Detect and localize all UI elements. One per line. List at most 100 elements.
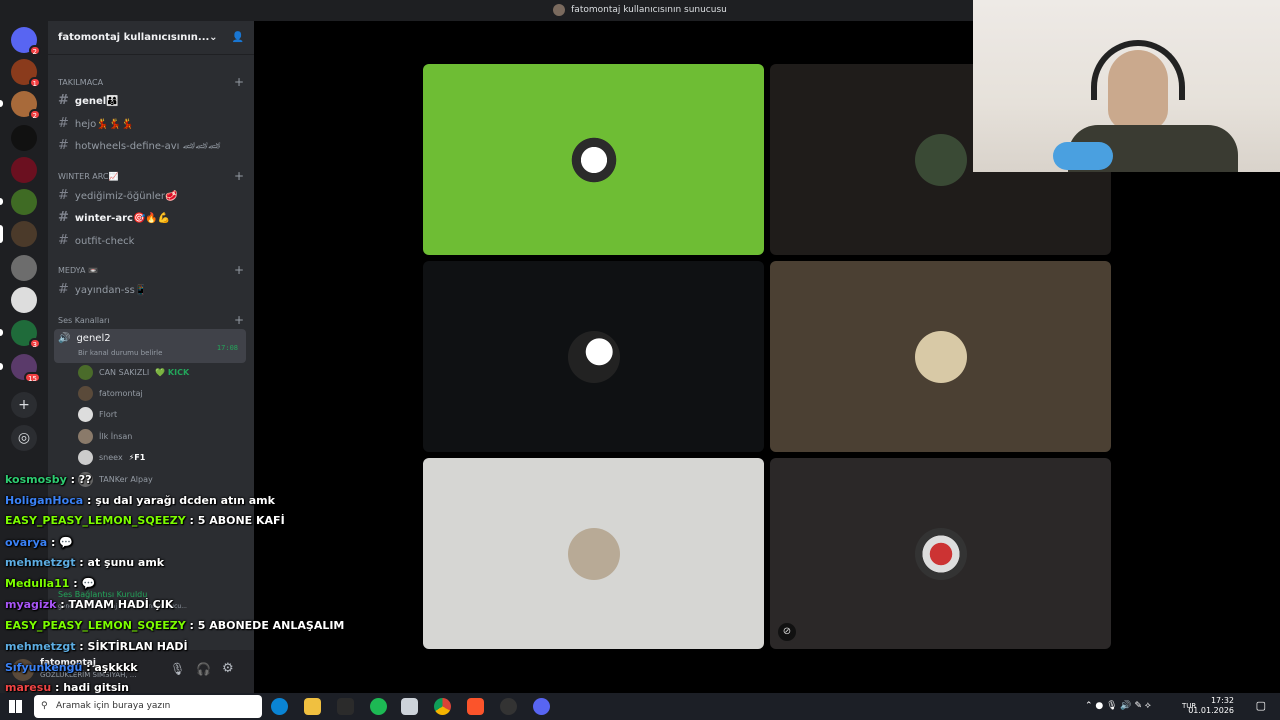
channel-yayindan-ss[interactable]: # yayından-ss📱	[58, 281, 244, 299]
voice-user[interactable]: CAN SAKIZLI 💚 KICK	[78, 365, 189, 380]
chat-message: myagizk : TAMAM HADİ ÇIK	[5, 598, 173, 611]
clock-time: 17:32	[1210, 696, 1234, 705]
category-ses-kanallari[interactable]: Ses Kanalları +	[58, 313, 244, 327]
server-icon-3[interactable]	[11, 125, 37, 151]
edge-icon[interactable]	[271, 698, 288, 715]
server-icon-4[interactable]	[11, 157, 37, 183]
gear-icon[interactable]: ⚙	[222, 661, 234, 676]
notification-badge: 1	[28, 77, 41, 88]
chat-username: ovarya	[5, 536, 48, 549]
chat-message: Sıfyunkengü : aşkkkk	[5, 661, 138, 674]
video-tile[interactable]	[423, 261, 764, 452]
avatar	[567, 133, 620, 186]
channel-label: hejo💃💃💃	[74, 119, 134, 130]
channel-outfit-check[interactable]: # outfit-check	[58, 232, 244, 250]
channel-hotwheels[interactable]: # hotwheels-define-avı 🏎🏎🏎	[58, 137, 244, 155]
hash-icon: #	[58, 188, 69, 203]
add-channel-icon[interactable]: +	[234, 263, 244, 277]
add-channel-icon[interactable]: +	[234, 313, 244, 327]
avatar	[914, 330, 967, 383]
video-tile[interactable]: ⊘	[770, 458, 1111, 649]
notification-badge: 2	[28, 45, 41, 56]
avatar	[567, 527, 620, 580]
video-tile[interactable]	[770, 261, 1111, 452]
category-winter-arc[interactable]: WINTER ARC📈 +	[58, 169, 244, 183]
add-channel-icon[interactable]: +	[234, 75, 244, 89]
voice-user-tag: ⚡F1	[128, 453, 146, 462]
category-takilmaca[interactable]: TAKILMACA +	[58, 75, 244, 89]
app-icon[interactable]	[337, 698, 354, 715]
voice-user[interactable]: fatomontaj	[78, 386, 143, 401]
server-icon-6[interactable]	[0, 221, 37, 247]
chat-username: HoliganHoca	[5, 494, 84, 507]
channel-label: outfit-check	[74, 236, 135, 247]
channel-yedigimiz[interactable]: # yediğimiz-öğünler🥩	[58, 187, 244, 205]
headphones-icon[interactable]: 🎧	[196, 662, 211, 676]
video-tile[interactable]	[423, 458, 764, 649]
add-channel-icon[interactable]: +	[234, 169, 244, 183]
voice-user[interactable]: sneex ⚡F1	[78, 450, 145, 465]
discord-home-icon[interactable]: 2	[11, 27, 41, 56]
add-member-icon[interactable]: 👤	[232, 32, 244, 43]
chat-message: kosmosby : ??	[5, 473, 92, 486]
chat-text: : 5 ABONE KAFİ	[185, 514, 285, 527]
voice-user[interactable]: Flort	[78, 407, 117, 422]
chat-username: kosmosby	[5, 473, 67, 486]
calculator-icon[interactable]	[401, 698, 418, 715]
chat-text: : 5 ABONEDE ANLAŞALIM	[185, 619, 345, 632]
tray-icons[interactable]: ⌃ ● 🎙 🔊 ✎ ⟡	[1085, 701, 1151, 711]
server-icon-8[interactable]	[11, 287, 37, 313]
server-icon-2[interactable]: 2	[0, 91, 41, 120]
channel-label: hotwheels-define-avı 🏎🏎🏎	[74, 141, 221, 152]
avatar	[914, 527, 967, 580]
chat-message: EASY_PEASY_LEMON_SQEEZY : 5 ABONE KAFİ	[5, 514, 285, 527]
chrome-icon[interactable]	[434, 698, 451, 715]
app-icon[interactable]	[500, 698, 517, 715]
chat-text: : 💬	[69, 577, 96, 590]
discover-icon[interactable]: ◎	[11, 425, 37, 451]
chat-text: : 💬	[47, 536, 73, 549]
spotify-icon[interactable]	[370, 698, 387, 715]
avatar	[78, 450, 93, 465]
channel-genel[interactable]: # genel👨‍👩‍👦	[58, 92, 244, 110]
discord-icon[interactable]	[533, 698, 550, 715]
chat-text: : ??	[66, 473, 92, 486]
notifications-icon[interactable]: ▢	[1256, 699, 1266, 712]
voice-user-tag: 💚 KICK	[155, 368, 190, 377]
avatar	[78, 407, 93, 422]
server-icon-5[interactable]	[0, 189, 37, 215]
chat-message: EASY_PEASY_LEMON_SQEEZY : 5 ABONEDE ANLA…	[5, 619, 344, 632]
server-header[interactable]: fatomontaj kullanıcısının... ⌄ 👤	[48, 21, 254, 55]
category-label: Ses Kanalları	[58, 316, 110, 325]
server-icon-10[interactable]: 15	[0, 354, 41, 383]
channel-winter-arc[interactable]: # winter-arc🎯🔥💪	[58, 209, 244, 227]
window-title: fatomontaj kullanıcısının sunucusu	[571, 5, 727, 15]
clock[interactable]: 17:32 01.01.2026	[1188, 696, 1234, 716]
voice-channel-genel2[interactable]: 🔊 genel2 Bir kanal durumu belirle 17:08	[54, 329, 246, 363]
muted-mic-icon: ⊘	[778, 623, 796, 641]
voice-user[interactable]: İlk İnsan	[78, 429, 132, 444]
chat-message: Medulla11 : 💬	[5, 577, 95, 590]
channel-hejo[interactable]: # hejo💃💃💃	[58, 115, 244, 133]
server-icon-1[interactable]: 1	[11, 59, 41, 88]
microphone-icon[interactable]: 🎙	[170, 662, 185, 676]
windows-start-icon[interactable]	[9, 700, 22, 713]
chevron-down-icon: ⌄	[209, 32, 218, 43]
voice-user-name: CAN SAKIZLI	[99, 368, 150, 377]
server-icon-7[interactable]	[11, 255, 37, 281]
voice-user-name: TANKer Alpay	[99, 475, 153, 484]
video-tile[interactable]	[423, 64, 764, 255]
notification-badge: 3	[28, 338, 41, 349]
taskbar-search-input[interactable]: ⚲ Aramak için buraya yazın	[34, 695, 262, 718]
voice-user-name: fatomontaj	[99, 389, 143, 398]
chat-message: HoliganHoca : şu dal yarağı dcden atın a…	[5, 494, 275, 507]
category-medya[interactable]: MEDYA 📼 +	[58, 263, 244, 277]
server-icon	[553, 3, 566, 16]
add-server-icon[interactable]: +	[11, 392, 37, 418]
file-explorer-icon[interactable]	[304, 698, 321, 715]
server-icon-9[interactable]: 3	[0, 320, 41, 349]
webcam-overlay	[973, 0, 1280, 172]
brave-icon[interactable]	[467, 698, 484, 715]
voice-user-name: Flort	[99, 410, 118, 419]
avatar	[78, 365, 93, 380]
